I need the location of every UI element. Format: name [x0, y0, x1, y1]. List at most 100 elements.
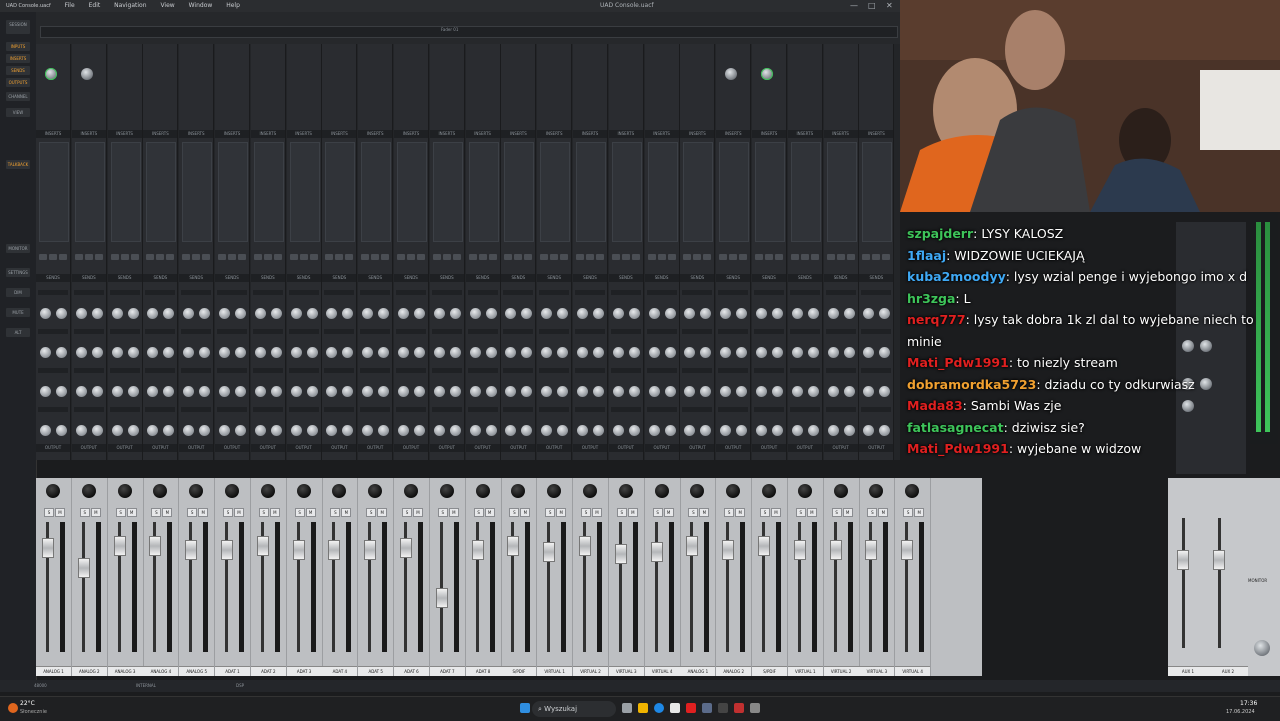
- channel-fader[interactable]: [292, 540, 305, 560]
- send-knob[interactable]: [557, 386, 569, 397]
- solo-button[interactable]: S: [258, 508, 269, 517]
- send-knob[interactable]: [362, 308, 374, 319]
- send-knob[interactable]: [235, 308, 246, 319]
- solo-button[interactable]: S: [652, 508, 663, 517]
- send-knob[interactable]: [398, 347, 409, 358]
- send-knob[interactable]: [684, 386, 696, 397]
- send-knob[interactable]: [469, 386, 481, 397]
- insert-toggle-button[interactable]: [84, 254, 93, 260]
- nav-dim[interactable]: DIM: [6, 288, 30, 297]
- send-knob[interactable]: [612, 347, 624, 358]
- chat-username[interactable]: szpajderr: [907, 226, 973, 241]
- nav-outputs[interactable]: OUTPUTS: [6, 78, 30, 87]
- insert-toggle-button[interactable]: [120, 254, 129, 260]
- nav-talkback[interactable]: TALKBACK: [6, 160, 30, 169]
- channel-fader[interactable]: [471, 540, 484, 560]
- send-knob[interactable]: [147, 347, 159, 358]
- chat-username[interactable]: Mati_Pdw1991: [907, 441, 1009, 456]
- send-knob[interactable]: [557, 425, 569, 436]
- insert-toggle-button[interactable]: [836, 254, 845, 260]
- send-knob[interactable]: [700, 347, 712, 358]
- send-knob[interactable]: [414, 425, 425, 436]
- send-knob[interactable]: [807, 308, 819, 319]
- pan-knob[interactable]: [726, 484, 741, 498]
- pan-knob[interactable]: [475, 484, 490, 498]
- aux2-fader[interactable]: [1213, 550, 1225, 570]
- insert-toggle-button[interactable]: [790, 254, 799, 260]
- send-knob[interactable]: [505, 347, 517, 358]
- send-knob[interactable]: [75, 347, 87, 358]
- insert-slot[interactable]: [755, 142, 785, 242]
- insert-toggle-button[interactable]: [631, 254, 640, 260]
- send-knob[interactable]: [505, 425, 517, 436]
- send-knob[interactable]: [378, 308, 390, 319]
- insert-slot[interactable]: [719, 142, 750, 242]
- send-knob[interactable]: [127, 347, 139, 358]
- channel-fader[interactable]: [185, 540, 198, 560]
- send-knob[interactable]: [235, 347, 246, 358]
- send-knob[interactable]: [628, 308, 640, 319]
- solo-button[interactable]: S: [473, 508, 484, 517]
- send-knob[interactable]: [254, 308, 266, 319]
- insert-slot[interactable]: [790, 142, 821, 242]
- send-knob[interactable]: [791, 347, 803, 358]
- send-knob[interactable]: [414, 386, 425, 397]
- send-knob[interactable]: [75, 308, 87, 319]
- solo-button[interactable]: S: [402, 508, 412, 517]
- send-knob[interactable]: [593, 386, 604, 397]
- send-knob[interactable]: [326, 347, 338, 358]
- insert-toggle-button[interactable]: [335, 254, 344, 260]
- send-knob[interactable]: [505, 308, 517, 319]
- send-knob[interactable]: [290, 308, 302, 319]
- chat-username[interactable]: Mada83: [907, 398, 963, 413]
- send-knob[interactable]: [378, 347, 390, 358]
- mute-button[interactable]: M: [627, 508, 638, 517]
- insert-slot[interactable]: [182, 142, 213, 242]
- insert-toggle-button[interactable]: [263, 254, 272, 260]
- send-knob[interactable]: [342, 347, 354, 358]
- send-knob[interactable]: [485, 308, 497, 319]
- solo-button[interactable]: S: [330, 508, 341, 517]
- app-icon[interactable]: [734, 703, 744, 713]
- send-knob[interactable]: [91, 425, 103, 436]
- solo-button[interactable]: S: [44, 508, 54, 517]
- send-knob[interactable]: [736, 308, 748, 319]
- send-knob[interactable]: [827, 386, 839, 397]
- insert-slot[interactable]: [289, 142, 320, 242]
- send-knob[interactable]: [219, 425, 230, 436]
- insert-toggle-button[interactable]: [299, 254, 308, 260]
- minimize-icon[interactable]: —: [850, 0, 858, 12]
- send-knob[interactable]: [75, 425, 87, 436]
- send-knob[interactable]: [362, 347, 374, 358]
- send-knob[interactable]: [91, 347, 103, 358]
- send-knob[interactable]: [791, 308, 803, 319]
- insert-toggle-button[interactable]: [371, 254, 380, 260]
- send-knob[interactable]: [863, 386, 875, 397]
- solo-button[interactable]: S: [223, 508, 233, 517]
- pan-knob[interactable]: [404, 484, 418, 498]
- send-knob[interactable]: [664, 386, 676, 397]
- send-knob[interactable]: [612, 386, 624, 397]
- chat-username[interactable]: hr3zga: [907, 291, 955, 306]
- insert-toggle-button[interactable]: [683, 254, 692, 260]
- pan-knob[interactable]: [225, 484, 239, 498]
- aux1-fader[interactable]: [1177, 550, 1189, 570]
- send-knob[interactable]: [756, 425, 767, 436]
- mute-button[interactable]: M: [663, 508, 674, 517]
- insert-toggle-button[interactable]: [719, 254, 728, 260]
- windows-start-icon[interactable]: [520, 703, 530, 713]
- send-knob[interactable]: [612, 425, 624, 436]
- solo-button[interactable]: S: [366, 508, 377, 517]
- insert-toggle-button[interactable]: [739, 254, 748, 260]
- channel-fader[interactable]: [507, 536, 520, 556]
- send-knob[interactable]: [541, 386, 553, 397]
- send-knob[interactable]: [362, 425, 374, 436]
- send-knob[interactable]: [557, 347, 569, 358]
- insert-toggle-button[interactable]: [345, 254, 354, 260]
- insert-toggle-button[interactable]: [156, 254, 165, 260]
- insert-toggle-button[interactable]: [611, 254, 620, 260]
- send-knob[interactable]: [378, 386, 390, 397]
- send-knob[interactable]: [700, 425, 712, 436]
- send-knob[interactable]: [557, 308, 569, 319]
- mute-button[interactable]: M: [806, 508, 817, 517]
